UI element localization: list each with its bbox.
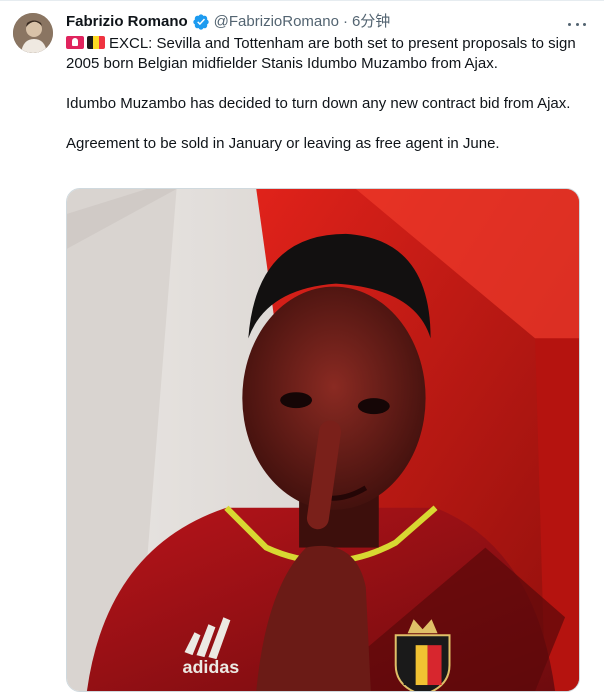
- author-avatar[interactable]: [13, 13, 53, 53]
- tweet-media-image[interactable]: adidas: [66, 188, 580, 692]
- tweet-timestamp[interactable]: 6分钟: [352, 12, 390, 32]
- header-separator: ·: [342, 13, 348, 30]
- tweet-paragraph-2: Idumbo Muzambo has decided to turn down …: [66, 95, 571, 112]
- tweet-text: EXCL: Sevilla and Tottenham are both set…: [66, 34, 586, 174]
- svg-text:adidas: adidas: [183, 657, 240, 677]
- avatar-portrait-icon: [13, 13, 53, 53]
- tweet-card[interactable]: Fabrizio Romano @FabrizioRomano · 6分钟 EX…: [0, 0, 604, 694]
- tweet-paragraph-3: Agreement to be sold in January or leavi…: [66, 135, 500, 152]
- author-name[interactable]: Fabrizio Romano: [66, 12, 188, 32]
- rotating-light-icon: [66, 36, 84, 49]
- tweet-paragraph-1: EXCL: Sevilla and Tottenham are both set…: [66, 35, 576, 72]
- player-photo: adidas: [67, 189, 579, 691]
- more-horizontal-icon[interactable]: [568, 15, 586, 33]
- belgium-flag-icon: [87, 36, 105, 49]
- tweet-header: Fabrizio Romano @FabrizioRomano · 6分钟: [66, 12, 390, 32]
- author-handle[interactable]: @FabrizioRomano: [214, 12, 339, 32]
- verified-badge-icon: [192, 14, 209, 30]
